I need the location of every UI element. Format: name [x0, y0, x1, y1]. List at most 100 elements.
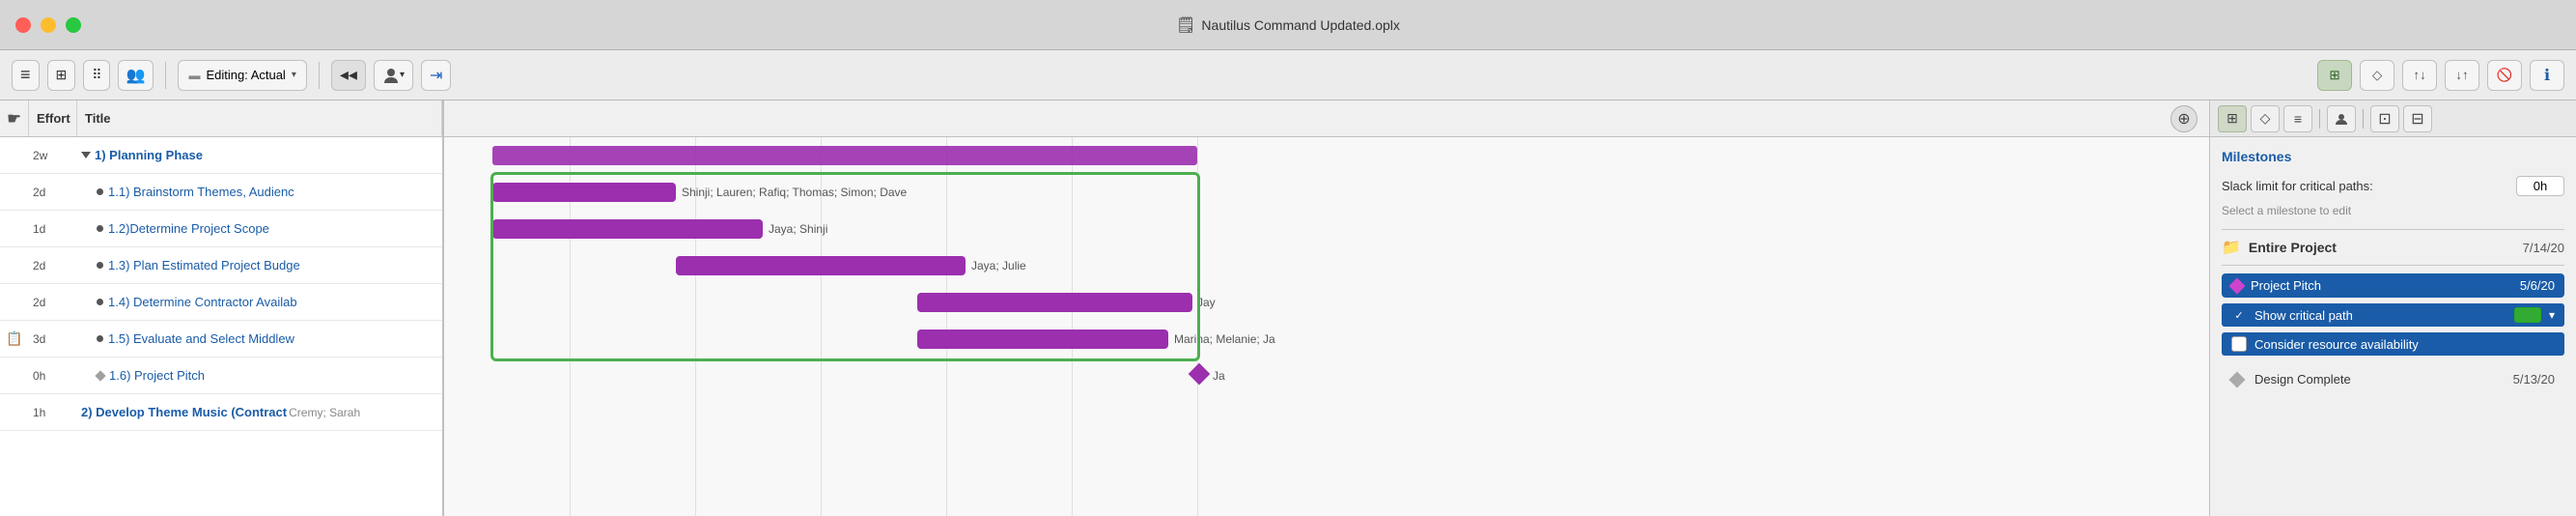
row-effort-8: 1h — [29, 394, 77, 430]
gantt-bar-middleware[interactable] — [917, 330, 1168, 349]
rp-sep-2 — [2363, 109, 2364, 129]
design-complete-label: Design Complete — [2254, 372, 2506, 387]
dots-button[interactable]: ⠿ — [83, 60, 109, 91]
select-milestone-hint: Select a milestone to edit — [2222, 204, 2564, 217]
sidebar-toggle-button[interactable]: ≡ — [12, 60, 40, 91]
bar-label-budget: Jaya; Julie — [971, 259, 1026, 272]
gantt-bar-row-8 — [444, 394, 2209, 431]
table-row[interactable]: 2d 1.1) Brainstorm Themes, Audienc — [0, 174, 442, 211]
design-complete-row[interactable]: Design Complete 5/13/20 — [2222, 367, 2564, 391]
rp-grid-btn[interactable]: ⊡ — [2370, 105, 2399, 132]
row-cursor-1 — [0, 137, 29, 173]
row-title-1: 1) Planning Phase — [77, 137, 442, 173]
show-critical-path-checkbox[interactable]: ✓ — [2231, 307, 2247, 323]
rp-divider-2 — [2222, 265, 2564, 266]
gantt-bar-row-3: Jaya; Shinji — [444, 211, 2209, 247]
swatch-arrow[interactable]: ▾ — [2549, 308, 2555, 322]
consider-resource-row[interactable]: Consider resource availability — [2222, 332, 2564, 356]
gantt-table-header: ☛ Effort Title — [0, 100, 442, 137]
milestone-date: 5/6/20 — [2520, 278, 2555, 293]
network-btn[interactable]: ◇ — [2360, 60, 2394, 91]
milestone-diamond-project-pitch[interactable] — [1189, 363, 1211, 386]
rp-divider-1 — [2222, 229, 2564, 230]
stop-btn[interactable]: 🚫 — [2487, 60, 2522, 91]
show-critical-path-row[interactable]: ✓ Show critical path ▾ — [2222, 303, 2564, 327]
table-row[interactable]: 2d 1.4) Determine Contractor Availab — [0, 284, 442, 321]
table-row[interactable]: 2d 1.3) Plan Estimated Project Budge — [0, 247, 442, 284]
design-complete-date: 5/13/20 — [2513, 372, 2555, 387]
editing-mode-selector[interactable]: ▬ Editing: Actual ▾ — [178, 60, 306, 91]
person-button[interactable]: ▾ — [374, 60, 413, 91]
table-row[interactable]: 1d 1.2)Determine Project Scope — [0, 211, 442, 247]
slack-limit-value[interactable]: 0h — [2516, 176, 2564, 196]
gantt-bar-budget[interactable] — [676, 256, 966, 275]
slack-limit-row: Slack limit for critical paths: 0h — [2222, 176, 2564, 196]
gantt-bar-scope[interactable] — [492, 219, 763, 239]
info-btn[interactable]: ℹ — [2530, 60, 2564, 91]
gantt-bar-brainstorm[interactable] — [492, 183, 676, 202]
rp-diamond-btn[interactable]: ◇ — [2251, 105, 2280, 132]
row-title-8: 2) Develop Theme Music (Contract Cremy; … — [77, 394, 442, 430]
row-effort-6: 3d — [29, 321, 77, 357]
rp-person-btn[interactable] — [2327, 105, 2356, 132]
slack-limit-label: Slack limit for critical paths: — [2222, 179, 2508, 193]
main-toolbar: ≡ ⊞ ⠿ 👥 ▬ Editing: Actual ▾ ◂◂ ▾ ⇥ ⊞ ◇ ↑… — [0, 50, 2576, 100]
close-button[interactable] — [15, 17, 31, 33]
task-bullet — [97, 262, 103, 269]
people-button[interactable]: 👥 — [118, 60, 154, 91]
milestone-project-pitch-row[interactable]: Project Pitch 5/6/20 — [2222, 273, 2564, 298]
main-area: ☛ Effort Title 2w 1) Planning Phase 2d — [0, 100, 2576, 516]
collapse-triangle[interactable] — [81, 152, 91, 158]
row-title-4: 1.3) Plan Estimated Project Budge — [77, 247, 442, 283]
rp-table2-btn[interactable]: ⊟ — [2403, 105, 2432, 132]
row-effort-3: 1d — [29, 211, 77, 246]
gantt-chart: ⊕ Shinji; Lauren; Rafiq; Thomas; Sim — [444, 100, 2209, 516]
gantt-bar-contractor[interactable] — [917, 293, 1192, 312]
up-down-btn[interactable]: ↑↓ — [2402, 60, 2437, 91]
milestone-diamond-icon — [2229, 277, 2246, 294]
task-bullet — [97, 225, 103, 232]
row-effort-7: 0h — [29, 358, 77, 393]
critical-path-color-swatch[interactable] — [2514, 307, 2541, 323]
table-row[interactable]: 1h 2) Develop Theme Music (Contract Crem… — [0, 394, 442, 431]
row-effort-2: 2d — [29, 174, 77, 210]
gantt-bar-row-7: Ja — [444, 358, 2209, 394]
toolbar-right-group: ⊞ ◇ ↑↓ ↓↑ 🚫 ℹ — [2317, 60, 2564, 91]
right-panel-toolbar: ⊞ ◇ ≡ ⊡ ⊟ — [2210, 100, 2576, 137]
title-column-header: Title — [77, 100, 442, 136]
row-cursor-8 — [0, 394, 29, 430]
table-view-btn[interactable]: ⊞ — [2317, 60, 2352, 91]
bar-label-brainstorm: Shinji; Lauren; Rafiq; Thomas; Simon; Da… — [682, 186, 907, 199]
bar-label-contractor: Jay — [1197, 296, 1216, 309]
bar-label-pitch: Ja — [1213, 369, 1225, 383]
minimize-button[interactable] — [41, 17, 56, 33]
assign-button[interactable]: ⇥ — [421, 60, 451, 91]
row-title-6: 1.5) Evaluate and Select Middlew — [77, 321, 442, 357]
gantt-chart-body: Shinji; Lauren; Rafiq; Thomas; Simon; Da… — [444, 137, 2209, 516]
gantt-bar-row-1 — [444, 137, 2209, 174]
toolbar-sep-1 — [165, 62, 166, 89]
rp-table-btn[interactable]: ⊞ — [2218, 105, 2247, 132]
title-bar: 🗒 Nautilus Command Updated.oplx — [0, 0, 2576, 50]
milestone-name: Project Pitch — [2251, 278, 2512, 293]
table-row[interactable]: 📋 3d 1.5) Evaluate and Select Middlew — [0, 321, 442, 358]
view-mode-button[interactable]: ⊞ — [47, 60, 76, 91]
gantt-bar-planning-phase[interactable] — [492, 146, 1197, 165]
zoom-in-button[interactable]: ⊕ — [2170, 105, 2198, 132]
gantt-bar-row-5: Jay — [444, 284, 2209, 321]
table-row[interactable]: 2w 1) Planning Phase — [0, 137, 442, 174]
entire-project-row[interactable]: 📁 Entire Project 7/14/20 — [2222, 238, 2564, 257]
rp-lines-btn[interactable]: ≡ — [2283, 105, 2312, 132]
document-icon: 🗒 — [1176, 15, 1195, 35]
gantt-bar-row-2: Shinji; Lauren; Rafiq; Thomas; Simon; Da… — [444, 174, 2209, 211]
arrow-left-button[interactable]: ◂◂ — [331, 60, 366, 91]
consider-resource-checkbox[interactable] — [2231, 336, 2247, 352]
down-up-btn[interactable]: ↓↑ — [2445, 60, 2479, 91]
table-row[interactable]: 0h 1.6) Project Pitch — [0, 358, 442, 394]
right-panel-content: Milestones Slack limit for critical path… — [2210, 137, 2576, 516]
milestone-bullet — [95, 370, 105, 381]
row-title-5: 1.4) Determine Contractor Availab — [77, 284, 442, 320]
maximize-button[interactable] — [66, 17, 81, 33]
window-title: Nautilus Command Updated.oplx — [1201, 17, 1399, 33]
editing-label: Editing: Actual — [206, 68, 285, 82]
